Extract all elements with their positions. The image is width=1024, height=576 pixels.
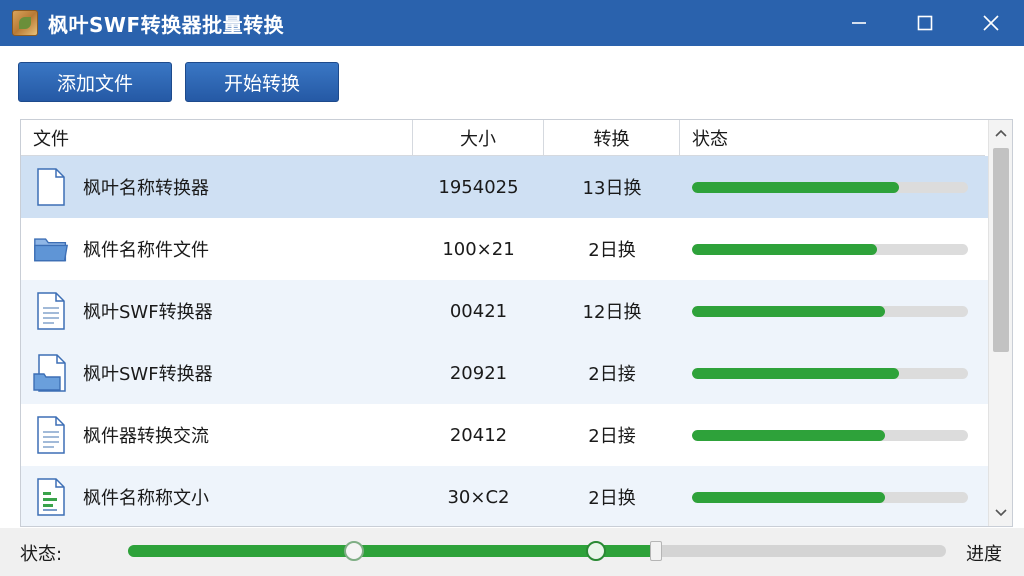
row-progress-fill bbox=[692, 492, 886, 503]
row-progress-bar bbox=[692, 430, 968, 441]
file-size: 30×C2 bbox=[447, 486, 510, 508]
row-progress-bar bbox=[692, 492, 968, 503]
minimize-icon bbox=[852, 22, 866, 24]
progress-end-marker bbox=[650, 541, 662, 561]
file-size: 100×21 bbox=[442, 238, 515, 260]
file-name: 枫叶名称转换器 bbox=[83, 178, 209, 199]
maximize-icon bbox=[917, 15, 933, 31]
overall-progress-track[interactable] bbox=[128, 541, 946, 561]
convert-info: 2日换 bbox=[588, 240, 636, 261]
document-folder-icon bbox=[33, 353, 69, 393]
minimize-button[interactable] bbox=[826, 0, 892, 46]
file-size: 00421 bbox=[449, 300, 508, 322]
table-row[interactable]: 枫叶SWF转换器 20921 2日接 bbox=[21, 342, 988, 404]
convert-info: 2日换 bbox=[588, 488, 636, 509]
overall-progress-fill bbox=[128, 545, 652, 557]
table-row[interactable]: 枫件名称称文小 30×C2 2日换 bbox=[21, 466, 988, 526]
document-icon bbox=[33, 415, 69, 455]
file-name: 枫叶SWF转换器 bbox=[83, 364, 213, 385]
toolbar: 添加文件 开始转换 bbox=[18, 62, 339, 102]
window-title: 枫叶SWF转换器批量转换 bbox=[48, 12, 285, 37]
window-controls bbox=[826, 0, 1024, 46]
column-header-size[interactable]: 大小 bbox=[413, 120, 544, 156]
chevron-up-icon bbox=[995, 129, 1007, 137]
row-progress-fill bbox=[692, 306, 886, 317]
column-header-convert[interactable]: 转换 bbox=[544, 120, 680, 156]
file-name: 枫件名称件文件 bbox=[83, 240, 209, 261]
table-row[interactable]: 枫叶SWF转换器 00421 12日换 bbox=[21, 280, 988, 342]
row-progress-bar bbox=[692, 306, 968, 317]
row-progress-fill bbox=[692, 244, 877, 255]
document-icon bbox=[33, 167, 69, 207]
convert-info: 2日接 bbox=[588, 426, 636, 447]
progress-label: 进度 bbox=[966, 544, 1002, 565]
convert-info: 13日换 bbox=[582, 178, 642, 199]
list-rows: 枫叶名称转换器 1954025 13日换 枫件名称件文件 100×21 2日换 … bbox=[21, 156, 988, 526]
list-header: 文件 大小 转换 状态 bbox=[21, 120, 985, 156]
status-label: 状态: bbox=[20, 544, 63, 565]
chevron-down-icon bbox=[995, 509, 1007, 517]
row-progress-bar bbox=[692, 368, 968, 379]
start-convert-button[interactable]: 开始转换 bbox=[185, 62, 339, 102]
table-row[interactable]: 枫件名称件文件 100×21 2日换 bbox=[21, 218, 988, 280]
file-name: 枫叶SWF转换器 bbox=[83, 302, 213, 323]
file-size: 20412 bbox=[449, 424, 508, 446]
column-header-status[interactable]: 状态 bbox=[680, 120, 985, 156]
table-row[interactable]: 枫叶名称转换器 1954025 13日换 bbox=[21, 156, 988, 218]
spreadsheet-icon bbox=[33, 477, 69, 517]
file-size: 1954025 bbox=[438, 176, 519, 198]
convert-info: 12日换 bbox=[582, 302, 642, 323]
convert-info: 2日接 bbox=[588, 364, 636, 385]
scroll-up-button[interactable] bbox=[989, 122, 1012, 144]
progress-marker[interactable] bbox=[344, 541, 364, 561]
file-name: 枫件器转换交流 bbox=[83, 426, 209, 447]
vertical-scrollbar[interactable] bbox=[988, 120, 1012, 526]
status-bar: 状态: 进度 bbox=[0, 528, 1024, 576]
table-row[interactable]: 枫件器转换交流 20412 2日接 bbox=[21, 404, 988, 466]
column-header-file[interactable]: 文件 bbox=[21, 120, 413, 156]
add-files-button[interactable]: 添加文件 bbox=[18, 62, 172, 102]
close-icon bbox=[983, 15, 999, 31]
file-size: 20921 bbox=[449, 362, 508, 384]
row-progress-fill bbox=[692, 182, 899, 193]
row-progress-fill bbox=[692, 430, 886, 441]
row-progress-bar bbox=[692, 244, 968, 255]
folder-icon bbox=[33, 229, 69, 269]
row-progress-fill bbox=[692, 368, 899, 379]
row-progress-bar bbox=[692, 182, 968, 193]
scrollbar-thumb[interactable] bbox=[993, 148, 1009, 352]
file-name: 枫件名称称文小 bbox=[83, 488, 209, 509]
title-bar: 枫叶SWF转换器批量转换 bbox=[0, 0, 1024, 46]
scroll-down-button[interactable] bbox=[989, 502, 1012, 524]
progress-knob[interactable] bbox=[586, 541, 606, 561]
document-icon bbox=[33, 291, 69, 331]
maximize-button[interactable] bbox=[892, 0, 958, 46]
close-button[interactable] bbox=[958, 0, 1024, 46]
file-list[interactable]: 文件 大小 转换 状态 枫叶名称转换器 1954025 13日换 枫件名称件文件… bbox=[20, 119, 1013, 527]
maple-leaf-app-icon bbox=[12, 10, 38, 36]
